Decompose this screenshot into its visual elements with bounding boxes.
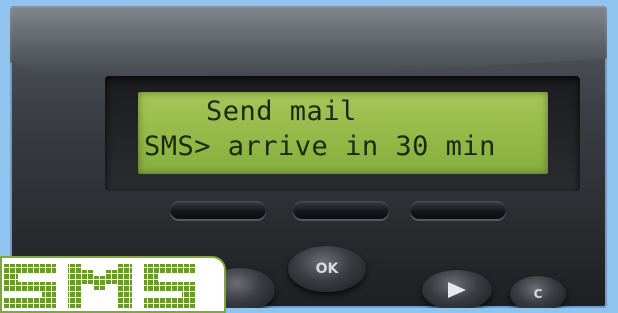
softkey-middle[interactable]: [293, 201, 389, 219]
device-bezel: [10, 6, 607, 76]
lcd-screen: Send mail SMS> arrive in 30 min: [138, 92, 548, 174]
lcd-line-1: Send mail: [206, 96, 357, 127]
ok-button[interactable]: OK: [288, 246, 366, 292]
softkey-left[interactable]: [170, 201, 266, 219]
sms-pixel-lettering: [4, 264, 196, 308]
clear-button[interactable]: C: [510, 276, 566, 308]
sms-logo: [0, 256, 226, 313]
play-triangle-icon: [448, 282, 466, 298]
play-button[interactable]: [422, 270, 492, 308]
lcd-line-2: SMS> arrive in 30 min: [144, 131, 496, 162]
softkey-right[interactable]: [410, 201, 506, 219]
